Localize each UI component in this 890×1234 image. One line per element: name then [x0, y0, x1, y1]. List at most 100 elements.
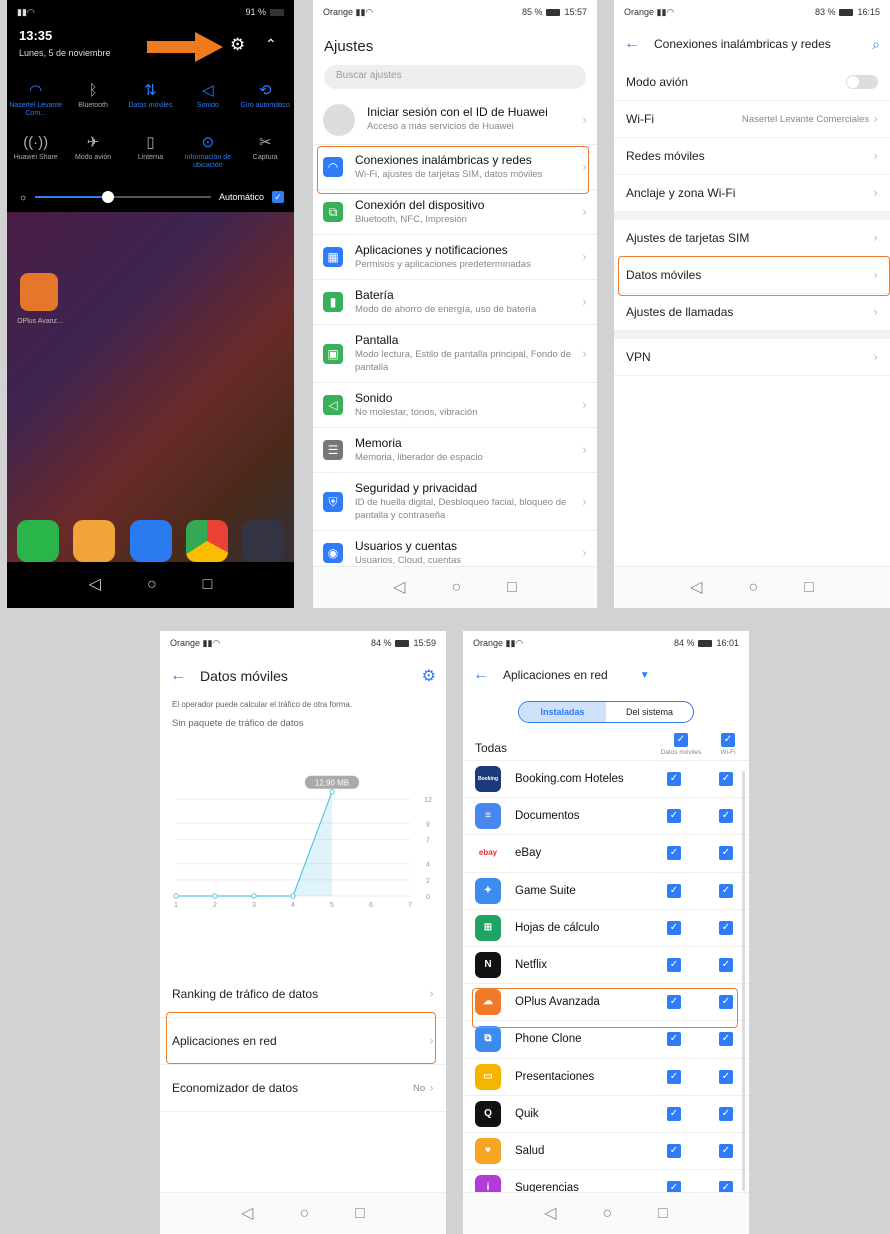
quick-tile-sound[interactable]: ◁ Sonido	[180, 80, 236, 118]
search-input[interactable]: Buscar ajustes	[324, 65, 586, 89]
quick-tile-screenshot[interactable]: ✂ Captura	[237, 132, 293, 170]
huawei-id-row[interactable]: Iniciar sesión con el ID de Huawei Acceso…	[313, 95, 597, 145]
wifi-checkbox[interactable]: ✓	[719, 1069, 733, 1084]
recents-nav-icon[interactable]: □	[804, 579, 814, 596]
back-nav-icon[interactable]: ◁	[690, 579, 702, 596]
quick-tile-bluetooth[interactable]: ᛒ Bluetooth	[65, 80, 121, 118]
home-nav-icon[interactable]: ○	[451, 579, 461, 596]
wifi-checkbox[interactable]: ✓	[719, 920, 733, 935]
back-arrow-icon[interactable]: ←	[170, 667, 186, 685]
mobile-data-checkbox[interactable]: ✓	[667, 772, 681, 787]
app-row[interactable]: ⊞ Hojas de cálculo ✓ ✓	[463, 910, 749, 947]
tab-system[interactable]: Del sistema	[606, 702, 693, 722]
wifi-checkbox[interactable]: ✓	[719, 772, 733, 787]
scrollbar[interactable]	[742, 771, 745, 1191]
app-row[interactable]: ✦ Game Suite ✓ ✓	[463, 873, 749, 910]
wifi-checkbox[interactable]: ✓	[719, 1143, 733, 1158]
oplus-app-icon[interactable]	[20, 273, 58, 311]
wifi-checkbox[interactable]: ✓	[719, 1106, 733, 1121]
wifi-checkbox[interactable]: ✓	[719, 846, 733, 861]
status-bar: Orange ▮▮◠ 85 % 15:57	[323, 6, 587, 18]
settings-item-device-connection[interactable]: ⧉ Conexión del dispositivo Bluetooth, NFC,…	[313, 190, 597, 235]
settings-gear-icon[interactable]: ⚙	[230, 36, 245, 53]
settings-item-security[interactable]: ⛨ Seguridad y privacidad ID de huella digi…	[313, 473, 597, 531]
settings-gear-icon[interactable]: ⚙	[422, 666, 436, 686]
app-row[interactable]: N Netflix ✓ ✓	[463, 947, 749, 985]
collapse-chevron-up-icon[interactable]: ⌃	[265, 36, 277, 53]
network-item[interactable]: Redes móviles ›	[614, 138, 890, 175]
back-nav-icon[interactable]: ◁	[544, 1205, 556, 1222]
back-arrow-icon[interactable]: ←	[473, 666, 489, 684]
settings-item-storage[interactable]: ☰ Memoria Memoria, liberador de espacio ›	[313, 428, 597, 473]
settings-item-display[interactable]: ▣ Pantalla Modo lectura, Estilo de pantall…	[313, 325, 597, 383]
quick-tile-wifi[interactable]: ◠ Nasertel Levante Com...	[8, 80, 64, 118]
wifi-checkbox[interactable]: ✓	[719, 958, 733, 973]
quick-tile-huawei-share[interactable]: ((·)) Huawei Share	[8, 132, 64, 170]
app-row[interactable]: Booking Booking.com Hoteles ✓ ✓	[463, 761, 749, 799]
network-item[interactable]: Wi-Fi Nasertel Levante Comerciales ›	[614, 101, 890, 138]
mobile-data-checkbox[interactable]: ✓	[667, 1143, 681, 1158]
camera-app-icon[interactable]	[242, 520, 284, 562]
network-item[interactable]: Modo avión	[614, 64, 890, 101]
page-title: Aplicaciones en red	[503, 668, 608, 682]
network-item[interactable]: VPN ›	[614, 339, 890, 376]
airplane-toggle[interactable]	[846, 75, 878, 89]
recents-nav-icon[interactable]: □	[658, 1205, 668, 1222]
settings-item-apps[interactable]: ▦ Aplicaciones y notificaciones Permisos y…	[313, 235, 597, 280]
mobile-data-checkbox[interactable]: ✓	[667, 883, 681, 898]
contacts-app-icon[interactable]	[73, 520, 116, 562]
recents-nav-icon[interactable]: □	[507, 579, 517, 596]
all-mobile-data-checkbox[interactable]: ✓	[674, 733, 688, 747]
recents-nav-icon[interactable]: □	[203, 577, 213, 593]
settings-item-sound[interactable]: ◁ Sonido No molestar, tonos, vibración ›	[313, 383, 597, 428]
quick-tile-mobile-data[interactable]: ⇅ Datos móviles	[122, 80, 178, 118]
mobile-data-checkbox[interactable]: ✓	[667, 809, 681, 824]
mobile-data-checkbox[interactable]: ✓	[667, 1069, 681, 1084]
home-nav-icon[interactable]: ○	[602, 1205, 612, 1222]
wifi-checkbox[interactable]: ✓	[719, 809, 733, 824]
dropdown-caret-icon[interactable]: ▼	[640, 670, 650, 681]
phone-app-icon[interactable]	[17, 520, 59, 562]
home-nav-icon[interactable]: ○	[299, 1205, 309, 1222]
mobile-data-checkbox[interactable]: ✓	[667, 1106, 681, 1121]
network-item[interactable]: Anclaje y zona Wi-Fi ›	[614, 175, 890, 212]
quick-tile-flashlight[interactable]: ▯ Linterna	[122, 132, 178, 170]
network-item[interactable]: Ajustes de tarjetas SIM ›	[614, 220, 890, 257]
search-icon[interactable]: ⌕	[872, 36, 880, 53]
quick-tile-location[interactable]: ⊙ Información de ubicación	[180, 132, 236, 170]
mobile-data-option[interactable]: Economizador de datos No ›	[160, 1065, 446, 1112]
network-item[interactable]: Ajustes de llamadas ›	[614, 294, 890, 331]
back-nav-icon[interactable]: ◁	[89, 577, 101, 593]
chrome-app-icon[interactable]	[185, 520, 228, 562]
mobile-data-checkbox[interactable]: ✓	[667, 846, 681, 861]
app-row[interactable]: ♥ Salud ✓ ✓	[463, 1133, 749, 1171]
back-nav-icon[interactable]: ◁	[241, 1205, 253, 1222]
all-wifi-checkbox[interactable]: ✓	[721, 733, 735, 747]
quick-tile-label: Información de ubicación	[184, 154, 232, 170]
app-row[interactable]: ≡ Documentos ✓ ✓	[463, 798, 749, 836]
recents-nav-icon[interactable]: □	[355, 1205, 365, 1222]
settings-item-battery[interactable]: ▮ Batería Modo de ahorro de energía, uso d…	[313, 280, 597, 325]
wifi-checkbox[interactable]: ✓	[719, 1032, 733, 1047]
app-row[interactable]: ebay eBay ✓ ✓	[463, 835, 749, 873]
mobile-data-checkbox[interactable]: ✓	[667, 920, 681, 935]
auto-brightness-checkbox[interactable]: ✓	[272, 191, 284, 203]
home-nav-icon[interactable]: ○	[748, 579, 758, 596]
mobile-data-option[interactable]: Ranking de tráfico de datos ›	[160, 971, 446, 1018]
mobile-data-checkbox[interactable]: ✓	[667, 1032, 681, 1047]
quick-tile-auto-rotate[interactable]: ⟲ Giro automático	[237, 80, 293, 118]
back-nav-icon[interactable]: ◁	[393, 579, 405, 596]
messages-app-icon[interactable]	[129, 520, 172, 562]
wifi-checkbox[interactable]: ✓	[719, 883, 733, 898]
app-name: Hojas de cálculo	[515, 921, 600, 934]
app-row[interactable]: Q Quik ✓ ✓	[463, 1096, 749, 1133]
app-row[interactable]: ▭ Presentaciones ✓ ✓	[463, 1059, 749, 1096]
quick-settings-row-2: ((·)) Huawei Share ✈ Modo avión ▯ Linterna ⊙ In…	[7, 132, 294, 170]
home-nav-icon[interactable]: ○	[147, 577, 157, 593]
mobile-data-checkbox[interactable]: ✓	[667, 958, 681, 973]
shade-time: 13:35	[19, 28, 53, 43]
back-arrow-icon[interactable]: ←	[624, 35, 640, 53]
brightness-slider[interactable]	[35, 191, 211, 203]
tab-installed[interactable]: Instaladas	[519, 702, 606, 722]
quick-tile-airplane[interactable]: ✈ Modo avión	[65, 132, 121, 170]
